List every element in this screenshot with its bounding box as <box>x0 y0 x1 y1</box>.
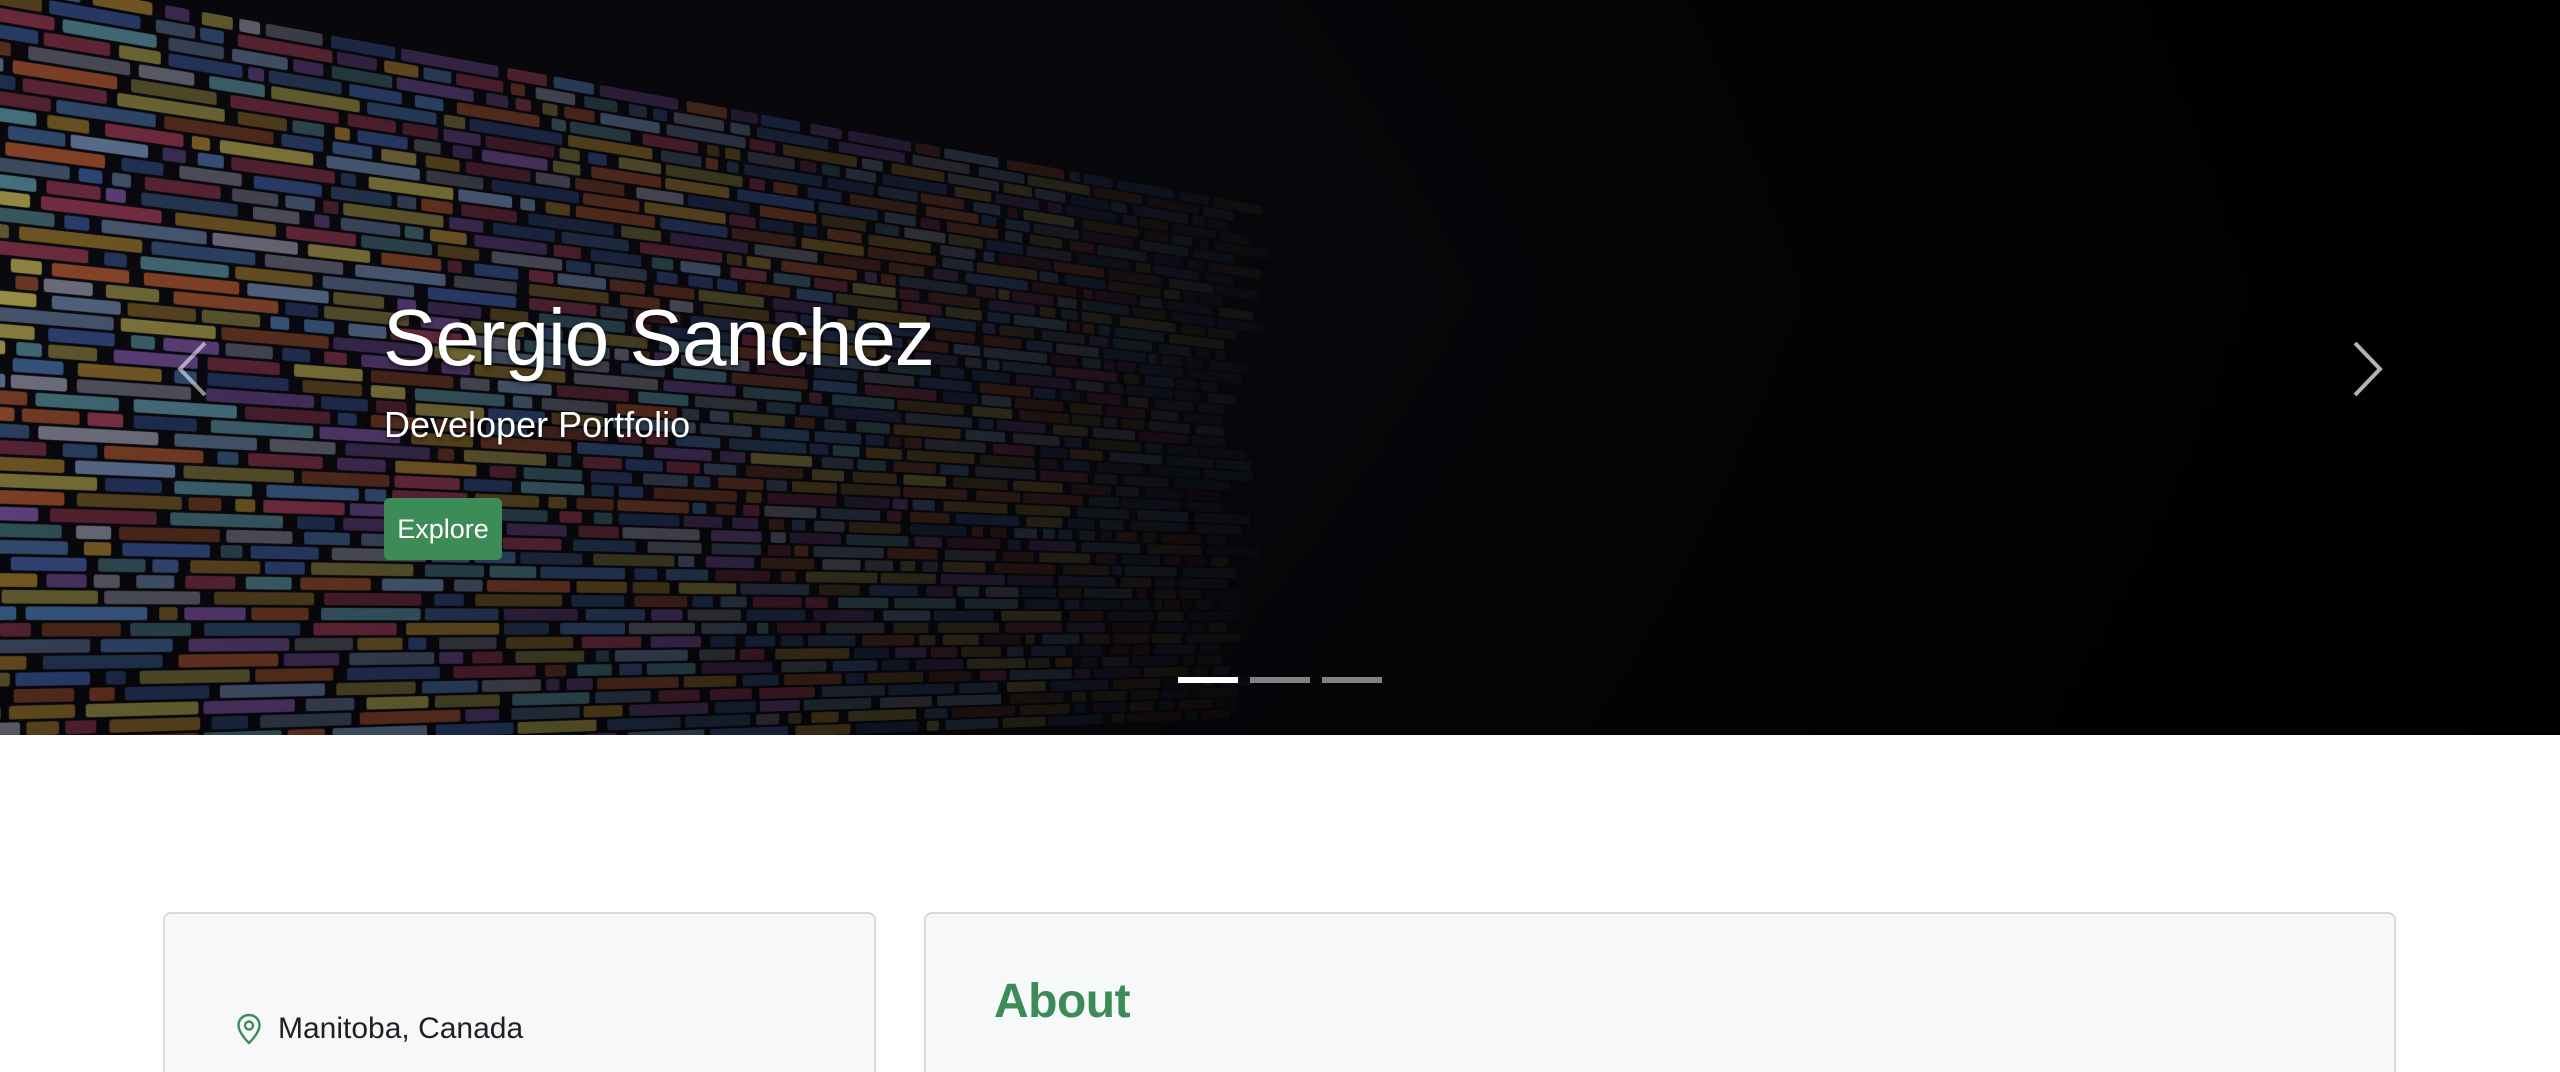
contact-card: Manitoba, Canada <box>163 912 876 1072</box>
hero-carousel: Sergio Sanchez Developer Portfolio Explo… <box>0 0 2560 735</box>
location-row: Manitoba, Canada <box>236 1012 523 1046</box>
hero-title: Sergio Sanchez <box>383 293 935 382</box>
carousel-indicator-1[interactable] <box>1178 677 1238 683</box>
carousel-indicators <box>1178 677 1382 683</box>
carousel-indicator-3[interactable] <box>1322 677 1382 683</box>
chevron-left-icon <box>177 341 207 397</box>
carousel-next-button[interactable] <box>2338 336 2398 402</box>
carousel-prev-button[interactable] <box>162 336 222 402</box>
carousel-indicator-2[interactable] <box>1250 677 1310 683</box>
location-text: Manitoba, Canada <box>278 1012 524 1045</box>
about-title: About <box>994 975 1131 1028</box>
chevron-right-icon <box>2353 341 2383 397</box>
hero-subtitle: Developer Portfolio <box>384 404 691 445</box>
about-card: About <box>924 912 2396 1072</box>
map-pin-icon <box>237 1013 261 1045</box>
explore-button[interactable]: Explore <box>384 498 502 560</box>
